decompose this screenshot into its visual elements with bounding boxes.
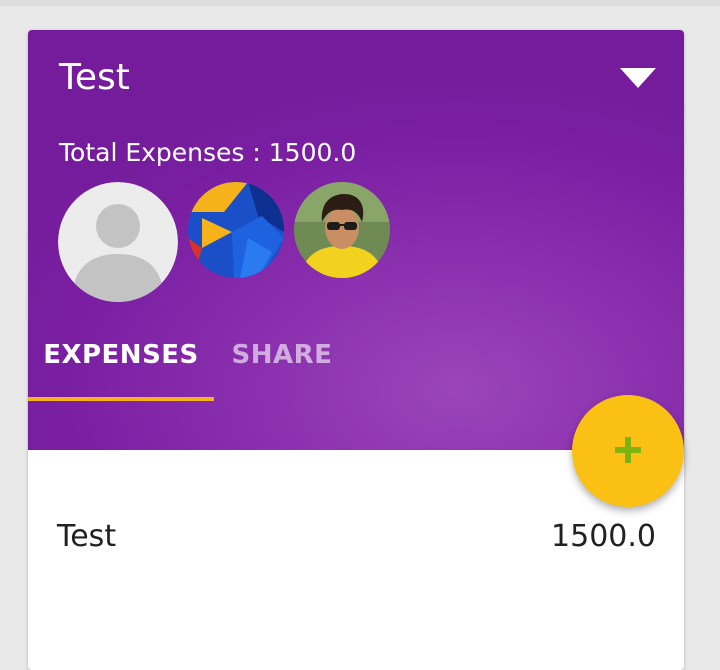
add-expense-button[interactable] xyxy=(572,395,684,507)
triangle-down-icon xyxy=(620,68,656,88)
group-card: Test Total Expenses : 1500.0 EXPENSES SH… xyxy=(28,30,684,670)
status-strip xyxy=(0,0,720,6)
member-avatar-photo[interactable] xyxy=(294,182,390,278)
member-avatar-logo[interactable] xyxy=(188,182,284,278)
expense-name: Test xyxy=(57,519,117,554)
group-header: Test Total Expenses : 1500.0 EXPENSES SH… xyxy=(28,30,684,450)
dropdown-button[interactable] xyxy=(614,62,662,92)
person-photo-icon xyxy=(294,182,390,278)
expense-row[interactable]: Test 1500.0 xyxy=(28,505,684,569)
person-icon xyxy=(58,182,178,302)
tab-share[interactable]: SHARE xyxy=(214,320,350,402)
tab-expenses[interactable]: EXPENSES xyxy=(28,320,214,402)
tab-bar: EXPENSES SHARE xyxy=(28,320,684,402)
plus-icon xyxy=(615,437,641,463)
tab-indicator xyxy=(28,397,214,401)
group-title: Test xyxy=(59,57,130,98)
total-expenses: Total Expenses : 1500.0 xyxy=(59,138,357,167)
expense-amount: 1500.0 xyxy=(551,519,656,554)
member-avatar-default[interactable] xyxy=(58,182,178,302)
logo-icon xyxy=(188,182,284,278)
